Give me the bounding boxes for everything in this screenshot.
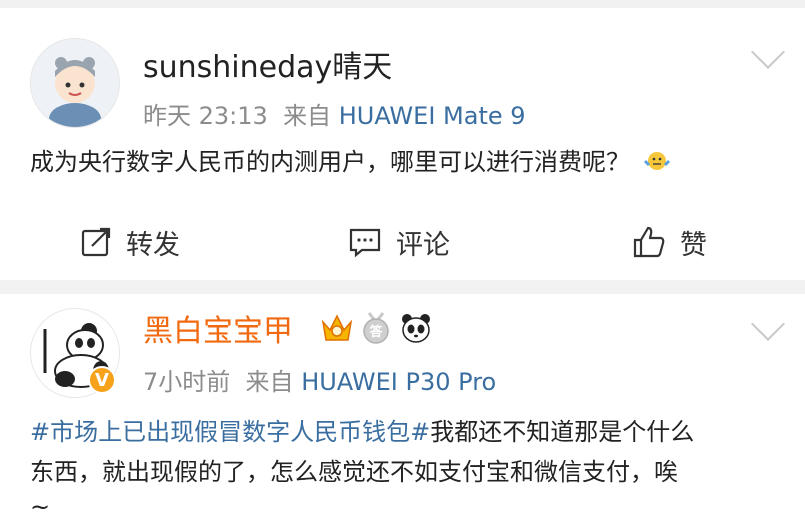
post-meta: 7小时前 来自 HUAWEI P30 Pro	[143, 362, 496, 397]
medal-icon[interactable]: 答	[360, 312, 392, 344]
vip-crown-icon[interactable]	[320, 312, 354, 344]
username-text[interactable]: 黑白宝宝甲	[143, 314, 293, 349]
post-content: 成为央行数字人民币的内测用户，哪里可以进行消费呢？	[30, 142, 670, 182]
content-line: #市场上已出现假冒数字人民币钱包#我都还不知道那是个什么	[30, 412, 790, 452]
verified-badge-icon: V	[88, 366, 116, 394]
comment-label: 评论	[396, 229, 450, 261]
thumbs-up-icon	[633, 226, 665, 258]
content-line: ~	[30, 493, 51, 521]
source-prefix: 来自	[245, 368, 294, 396]
post-time: 昨天 23:13	[143, 102, 268, 130]
chevron-down-icon[interactable]	[751, 35, 785, 69]
medal-text: 答	[369, 325, 383, 340]
username[interactable]: sunshineday晴天	[143, 42, 392, 86]
post-text: 成为央行数字人民币的内测用户，哪里可以进行消费呢？	[30, 148, 630, 176]
post-content: #市场上已出现假冒数字人民币钱包#我都还不知道那是个什么 东西，就出现假的了，怎…	[30, 412, 790, 522]
like-label: 赞	[680, 229, 707, 261]
post-time: 7小时前	[143, 368, 231, 396]
chevron-down-icon[interactable]	[751, 307, 785, 341]
topic-link[interactable]: #市场上已出现假冒数字人民币钱包#	[30, 418, 430, 446]
section-divider	[0, 280, 805, 294]
avatar[interactable]	[30, 38, 120, 128]
content-line: 东西，就出现假的了，怎么感觉还不如支付宝和微信支付，唉	[30, 458, 678, 486]
panda-emoji-icon	[402, 314, 430, 343]
repost-label: 转发	[126, 229, 180, 261]
badge-row: 答	[320, 312, 432, 344]
shrug-emoji-icon	[643, 152, 670, 170]
username[interactable]: 黑白宝宝甲	[143, 306, 293, 350]
avatar-cartoon-icon	[31, 39, 119, 127]
post-text: 我都还不知道那是个什么	[430, 418, 695, 446]
device-link[interactable]: HUAWEI P30 Pro	[301, 368, 496, 396]
post-meta: 昨天 23:13 来自 HUAWEI Mate 9	[143, 96, 526, 131]
comment-icon	[349, 228, 381, 258]
top-separator	[0, 0, 805, 8]
repost-icon	[81, 227, 111, 257]
like-button[interactable]: 赞	[632, 220, 707, 264]
repost-button[interactable]: 转发	[80, 220, 180, 264]
source-prefix: 来自	[283, 102, 332, 130]
comment-button[interactable]: 评论	[348, 220, 450, 264]
device-link[interactable]: HUAWEI Mate 9	[339, 102, 526, 130]
